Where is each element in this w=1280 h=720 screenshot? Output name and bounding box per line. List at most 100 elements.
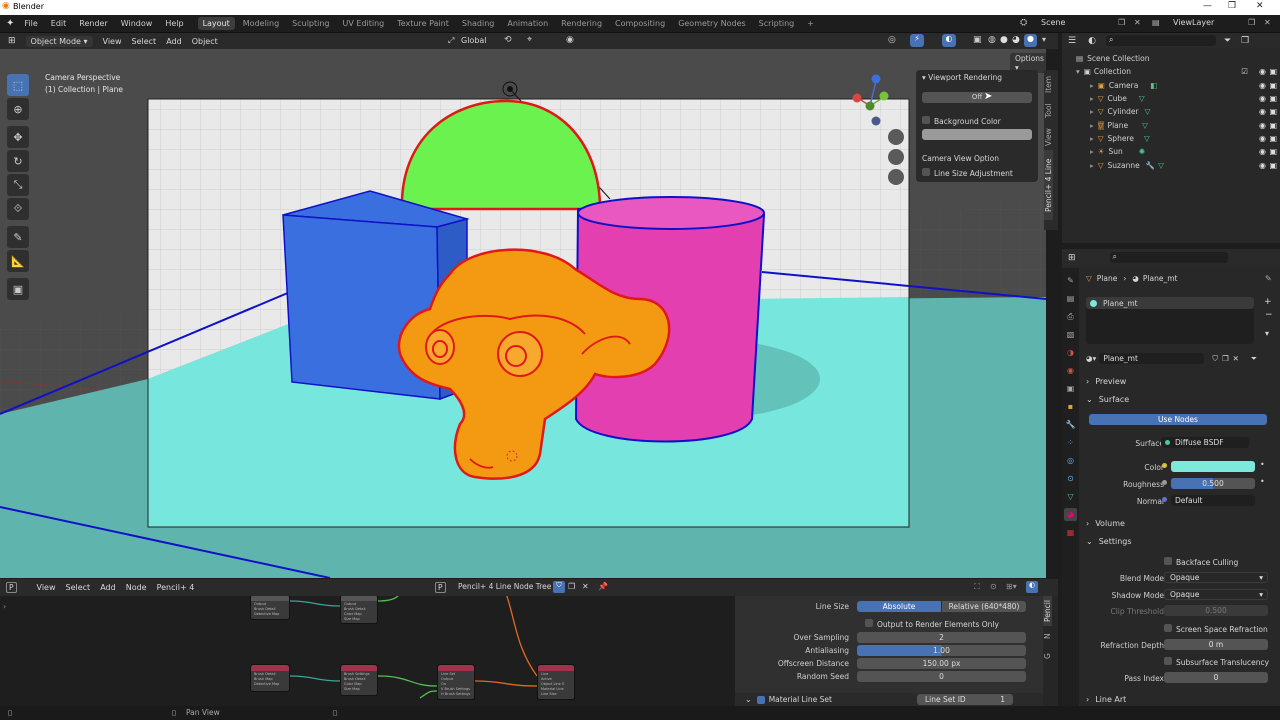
- visibility-eye-icon[interactable]: ◉: [1259, 121, 1266, 130]
- offscreen-distance-field[interactable]: 150.00 px: [857, 658, 1026, 669]
- screen-space-refraction-check[interactable]: [1164, 624, 1172, 632]
- section-volume[interactable]: › Volume: [1086, 514, 1125, 532]
- unlink-tree-icon[interactable]: ✕: [582, 582, 589, 591]
- remove-slot-icon[interactable]: −: [1265, 310, 1273, 320]
- blender-menu-icon[interactable]: ✦: [6, 18, 14, 29]
- transform-tool-icon[interactable]: ⟐: [7, 198, 29, 220]
- pin-icon[interactable]: ✎: [1265, 274, 1272, 283]
- rotate-tool-icon[interactable]: ↻: [7, 150, 29, 172]
- tool-tab-icon[interactable]: ✎: [1064, 274, 1077, 287]
- minimize-icon[interactable]: —: [1203, 1, 1212, 11]
- material-line-set-check[interactable]: [756, 695, 765, 704]
- mode-dropdown[interactable]: Object Mode ▾: [25, 35, 93, 47]
- material-name-field[interactable]: Plane_mt: [1099, 353, 1205, 364]
- constraints-tab-icon[interactable]: ⊙: [1064, 472, 1077, 485]
- workspace-tab-compositing[interactable]: Compositing: [610, 17, 670, 30]
- workspace-tab-sculpting[interactable]: Sculpting: [287, 17, 334, 30]
- outliner-search-input[interactable]: ⌕: [1105, 35, 1216, 46]
- render-camera-icon[interactable]: ▣: [1269, 147, 1277, 156]
- new-viewlayer-icon[interactable]: ❐: [1248, 18, 1255, 27]
- texture-tab-icon[interactable]: ▦: [1064, 526, 1077, 539]
- camera-view-icon[interactable]: [888, 169, 904, 185]
- visibility-eye-icon[interactable]: ◉: [1259, 107, 1266, 116]
- material-selector[interactable]: ◕▾ Plane_mt ⛉ ❐ ✕ ⏷: [1086, 353, 1272, 364]
- section-preview[interactable]: › Preview: [1086, 372, 1126, 390]
- material-filter-icon[interactable]: ⏷: [1251, 354, 1257, 364]
- node-menu-view[interactable]: View: [37, 583, 56, 592]
- physics-tab-icon[interactable]: ◎: [1064, 454, 1077, 467]
- section-settings[interactable]: ⌄ Settings: [1086, 532, 1132, 550]
- expand-icon[interactable]: ▸: [1090, 134, 1094, 143]
- node-menu-pencil[interactable]: Pencil+ 4: [157, 583, 195, 592]
- pin-tree-icon[interactable]: 📌: [598, 582, 608, 591]
- expand-toolbar-chevron-icon[interactable]: ›: [3, 602, 6, 611]
- select-box-tool-icon[interactable]: ⬚: [7, 74, 29, 96]
- fake-user-shield-icon[interactable]: ⛉: [1212, 354, 1218, 364]
- orientation-dropdown[interactable]: Global: [461, 36, 487, 45]
- close-icon[interactable]: ✕: [1256, 1, 1264, 11]
- sidebar-tab-item[interactable]: Item: [1044, 70, 1053, 98]
- node-tree-name[interactable]: Pencil+ 4 Line Node Tree: [458, 582, 551, 591]
- expand-icon[interactable]: ▸: [1090, 147, 1094, 156]
- new-scene-icon[interactable]: ❐: [1118, 18, 1125, 27]
- viewport-menu-select[interactable]: Select: [132, 37, 157, 46]
- scale-tool-icon[interactable]: ⤡: [7, 174, 29, 196]
- wireframe-shading-icon[interactable]: ◍: [988, 35, 996, 45]
- random-seed-field[interactable]: 0: [857, 671, 1026, 682]
- outliner-item-sphere[interactable]: ▸ ▽ Sphere ▽ ◉ ▣: [1062, 132, 1280, 145]
- object-tab-icon[interactable]: ▪: [1064, 400, 1077, 413]
- expand-chevron-icon[interactable]: ⌄: [745, 695, 752, 704]
- sidebar-tab-pencil[interactable]: Pencil+ 4 Line: [1044, 150, 1053, 220]
- cursor-tool-icon[interactable]: ⊕: [7, 98, 29, 120]
- render-camera-icon[interactable]: ▣: [1269, 121, 1277, 130]
- refraction-depth-field[interactable]: 0 m: [1164, 639, 1268, 650]
- outliner-item-plane[interactable]: ▸ ▽ Plane ▽ ◉ ▣: [1062, 118, 1280, 131]
- outliner-item-camera[interactable]: ▸ ▣ Camera ◧ ◉ ▣: [1062, 79, 1280, 92]
- panel-header-viewport-rendering[interactable]: ▾ Viewport Rendering: [922, 73, 1002, 82]
- tree-type-badge[interactable]: P: [435, 582, 446, 593]
- zoom-icon[interactable]: [888, 129, 904, 145]
- node-snap-icon[interactable]: ⊙: [990, 582, 997, 591]
- scene-name[interactable]: Scene: [1041, 18, 1065, 27]
- measure-tool-icon[interactable]: 📐: [7, 250, 29, 272]
- blend-mode-dropdown[interactable]: Opaque ▾: [1164, 572, 1268, 583]
- modifiers-tab-icon[interactable]: 🔧: [1064, 418, 1077, 431]
- new-collection-icon[interactable]: ❐: [1241, 36, 1249, 46]
- workspace-tab-uv-editing[interactable]: UV Editing: [338, 17, 390, 30]
- slot-menu-chevron-icon[interactable]: ▾: [1265, 329, 1269, 338]
- collection-render-icon[interactable]: ▣: [1269, 67, 1277, 76]
- browse-material-icon[interactable]: ◕▾: [1086, 354, 1096, 363]
- 3d-viewport[interactable]: Camera Perspective (1) Collection | Plan…: [0, 49, 1046, 578]
- menu-window[interactable]: Window: [121, 19, 153, 28]
- solid-shading-icon[interactable]: ●: [1000, 35, 1008, 45]
- editor-type-icon[interactable]: ⊞: [8, 36, 16, 46]
- workspace-tab-texture-paint[interactable]: Texture Paint: [392, 17, 454, 30]
- particles-tab-icon[interactable]: ⁘: [1064, 436, 1077, 449]
- render-camera-icon[interactable]: ▣: [1269, 134, 1277, 143]
- pan-hand-icon[interactable]: [888, 149, 904, 165]
- sidebar-tab-tool[interactable]: Tool: [1044, 98, 1053, 124]
- workspace-tab-layout[interactable]: Layout: [197, 17, 235, 30]
- data-tab-icon[interactable]: ▽: [1064, 490, 1077, 503]
- surface-shader-field[interactable]: Diffuse BSDF: [1161, 437, 1249, 448]
- node-tab-pencil[interactable]: Pencil: [1043, 596, 1052, 626]
- outliner-item-cube[interactable]: ▸ ▽ Cube ▽ ◉ ▣: [1062, 92, 1280, 105]
- material-slot-list[interactable]: Plane_mt: [1086, 297, 1254, 344]
- workspace-tab-modeling[interactable]: Modeling: [238, 17, 284, 30]
- background-color-checkbox[interactable]: Background Color: [922, 116, 1001, 126]
- output-tab-icon[interactable]: ⎙: [1064, 310, 1077, 323]
- menu-file[interactable]: File: [24, 19, 37, 28]
- node-line-set[interactable]: Line Set Output On V Brush Settings H Brush …: [437, 664, 475, 700]
- duplicate-material-icon[interactable]: ❐: [1222, 354, 1229, 363]
- expand-icon[interactable]: ▸: [1090, 81, 1094, 90]
- visibility-eye-icon[interactable]: ◉: [1259, 94, 1266, 103]
- xray-icon[interactable]: ▣: [973, 35, 982, 45]
- render-tab-icon[interactable]: ▤: [1064, 292, 1077, 305]
- sidebar-tab-view[interactable]: View: [1044, 124, 1053, 150]
- workspace-tab-shading[interactable]: Shading: [457, 17, 500, 30]
- collection-visibility-icon[interactable]: ◉: [1259, 67, 1266, 76]
- keyframe-dot-icon[interactable]: •: [1260, 477, 1265, 486]
- expand-icon[interactable]: ▸: [1090, 161, 1094, 170]
- workspace-tab-animation[interactable]: Animation: [502, 17, 553, 30]
- output-to-render-check[interactable]: [865, 618, 873, 627]
